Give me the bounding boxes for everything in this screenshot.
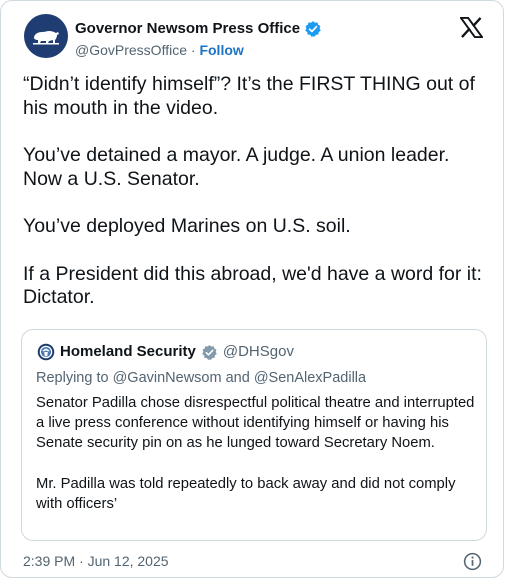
author-name[interactable]: Governor Newsom Press Office bbox=[75, 20, 300, 38]
tweet-paragraph: If a President did this abroad, we'd hav… bbox=[23, 262, 482, 309]
author-handle[interactable]: @GovPressOffice bbox=[75, 42, 187, 58]
gray-verified-icon bbox=[202, 344, 217, 360]
quoted-paragraph: Senator Padilla chose disrespectful poli… bbox=[36, 395, 475, 452]
quoted-author-handle[interactable]: @DHSgov bbox=[223, 343, 294, 361]
info-icon[interactable] bbox=[463, 552, 482, 571]
tweet-text: “Didn’t identify himself”? It’s the FIRS… bbox=[23, 73, 489, 334]
tweet-paragraph: You’ve deployed Marines on U.S. soil. bbox=[23, 215, 351, 238]
author-subline: @GovPressOffice · Follow bbox=[75, 42, 244, 59]
x-logo-icon[interactable] bbox=[460, 17, 483, 38]
quoted-header: Homeland Security @DHSgov bbox=[37, 343, 294, 361]
replying-to[interactable]: Replying to @GavinNewsom and @SenAlexPad… bbox=[36, 370, 366, 387]
tweet-paragraph: You’ve detained a mayor. A judge. A unio… bbox=[23, 144, 450, 190]
separator: · bbox=[190, 42, 196, 58]
quoted-text: Senator Padilla chose disrespectful poli… bbox=[36, 393, 476, 534]
dhs-seal-icon bbox=[37, 343, 55, 361]
quoted-author-name[interactable]: Homeland Security bbox=[60, 343, 196, 361]
follow-button[interactable]: Follow bbox=[199, 42, 243, 58]
author-name-row[interactable]: Governor Newsom Press Office bbox=[75, 20, 322, 38]
quoted-paragraph: Mr. Padilla was told repeatedly to back … bbox=[36, 475, 456, 512]
verified-badge-icon bbox=[305, 21, 321, 37]
quoted-tweet[interactable]: Homeland Security @DHSgov Replying to @G… bbox=[21, 329, 487, 541]
california-bear-icon bbox=[33, 31, 59, 45]
avatar[interactable] bbox=[24, 14, 68, 58]
tweet-paragraph: “Didn’t identify himself”? It’s the FIRS… bbox=[23, 73, 475, 119]
tweet-card: Governor Newsom Press Office @GovPressOf… bbox=[0, 0, 504, 578]
tweet-timestamp[interactable]: 2:39 PM · Jun 12, 2025 bbox=[23, 553, 169, 570]
